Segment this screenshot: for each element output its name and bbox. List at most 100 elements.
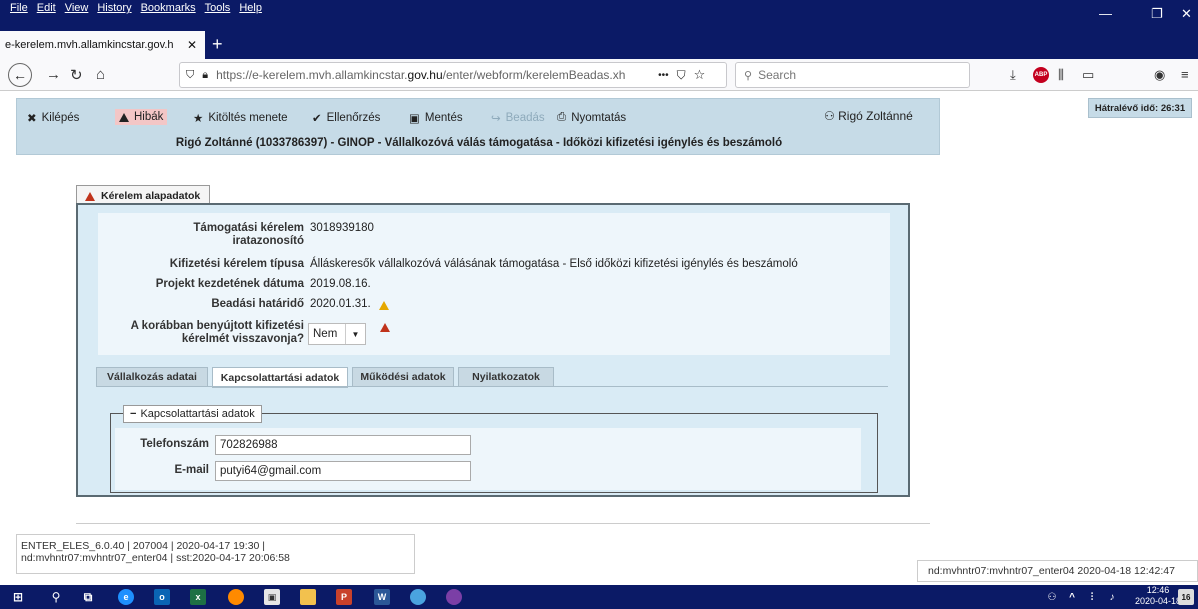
pocket-icon[interactable]: ⛉ <box>677 68 686 83</box>
adblock-icon[interactable]: ABP <box>1033 67 1049 83</box>
windows-start-icon[interactable]: ⊞ <box>10 589 26 605</box>
word-icon[interactable]: W <box>374 589 390 605</box>
start-date-value: 2019.08.16. <box>310 278 371 290</box>
tab-kapcsolattartasi-adatok[interactable]: Kapcsolattartási adatok <box>212 367 348 388</box>
home-icon[interactable]: ⌂ <box>96 66 105 83</box>
menu-edit[interactable]: Edit <box>37 2 56 14</box>
viber-icon[interactable] <box>446 589 462 605</box>
taskbar-search-icon[interactable]: ⚲ <box>48 589 64 605</box>
print-button[interactable]: ⎙ Nyomtatás <box>557 111 626 124</box>
tray-chevron-icon[interactable]: ^ <box>1064 589 1080 605</box>
menu-view[interactable]: View <box>65 2 89 14</box>
explorer-icon[interactable] <box>300 589 316 605</box>
new-tab-icon[interactable]: + <box>212 34 223 55</box>
hamburger-menu-icon[interactable]: ≡ <box>1181 67 1189 82</box>
app-header: ✖ Kilépés Hibák ★ Kitöltés menete ✔ Ellenőr… <box>16 98 940 155</box>
email-field[interactable]: putyi64@gmail.com <box>215 461 471 481</box>
close-window-icon[interactable]: ✕ <box>1181 6 1192 22</box>
withdraw-label: A korábban benyújtott kifizetési kérelmét… <box>130 320 304 345</box>
reload-icon[interactable]: ↻ <box>70 66 83 84</box>
type-value: Álláskeresők vállalkozóvá válásának támo… <box>310 258 798 270</box>
node-info: nd:mvhntr07:mvhntr07_enter04 2020-04-18 … <box>917 560 1198 582</box>
network-icon[interactable]: ⫶ <box>1084 589 1100 605</box>
shield-icon[interactable]: ⛉ <box>186 69 194 82</box>
tab-nyilatkozatok[interactable]: Nyilatkozatok <box>458 367 554 387</box>
menu-list: File Edit View History Bookmarks Tools H… <box>10 2 262 14</box>
page-title: Rigó Zoltánné (1033786397) - GINOP - Vál… <box>175 137 783 149</box>
url-bar[interactable]: ⛉ 🔒︎ https://e-kerelem.mvh.allamkincstar… <box>179 62 727 88</box>
submit-arrow-icon: ↪ <box>491 113 501 125</box>
withdraw-select[interactable]: Nem ▼ <box>308 323 366 345</box>
start-date-label: Projekt kezdetének dátuma <box>155 278 304 290</box>
volume-icon[interactable]: ♪ <box>1104 589 1120 605</box>
store-icon[interactable]: ▣ <box>264 589 280 605</box>
extension-icon[interactable]: ◉ <box>1154 67 1165 83</box>
tab-mukodesi-adatok[interactable]: Működési adatok <box>352 367 454 387</box>
phone-label: Telefonszám <box>140 438 209 450</box>
main-panel: Támogatási kérelem iratazonosító 30189391… <box>76 203 910 497</box>
powerpoint-icon[interactable]: P <box>336 589 352 605</box>
menu-tools[interactable]: Tools <box>205 2 231 14</box>
downloads-icon[interactable]: ⤓ <box>1010 67 1016 83</box>
floppy-icon: ▣ <box>409 113 420 125</box>
minimize-icon[interactable]: — <box>1099 6 1112 21</box>
back-icon[interactable]: ← <box>8 63 32 87</box>
type-label: Kifizetési kérelem típusa <box>169 258 304 270</box>
errors-button[interactable]: Hibák <box>115 109 168 125</box>
library-icon[interactable]: ⫼ <box>1058 67 1064 83</box>
menu-bookmarks[interactable]: Bookmarks <box>141 2 196 14</box>
url-text: https://e-kerelem.mvh.allamkincstar.gov.… <box>216 68 626 82</box>
menu-help[interactable]: Help <box>239 2 262 14</box>
bookmark-star-icon[interactable]: ☆ <box>694 67 706 83</box>
exit-button[interactable]: ✖ Kilépés <box>27 111 79 125</box>
checkmark-icon: ✔ <box>312 113 322 125</box>
edge-icon[interactable]: e <box>118 589 134 605</box>
sidebar-icon[interactable]: ▭ <box>1082 67 1094 83</box>
deadline-warning-icon <box>379 301 389 310</box>
chevron-down-icon: ▼ <box>345 324 365 344</box>
browser-tab[interactable]: e-kerelem.mvh.allamkincstar.gov.h ✕ <box>0 31 205 59</box>
save-button[interactable]: ▣ Mentés <box>409 111 463 125</box>
tab-vallalkozas-adatai[interactable]: Vállalkozás adatai <box>96 367 208 387</box>
system-clock[interactable]: 12:46 2020-04-18 <box>1135 585 1181 607</box>
deadline-label: Beadási határidő <box>211 298 304 310</box>
search-placeholder: Search <box>758 68 797 82</box>
user-icon: ⚇ <box>824 109 835 123</box>
contact-legend[interactable]: − Kapcsolattartási adatok <box>123 405 262 423</box>
outlook-icon[interactable]: o <box>154 589 170 605</box>
email-label: E-mail <box>174 464 209 476</box>
search-icon: ⚲ <box>744 69 753 82</box>
search-input[interactable]: ⚲ Search <box>735 62 970 88</box>
process-button[interactable]: ★ Kitöltés menete <box>193 111 288 125</box>
taskbar: ⊞ ⚲ ⧉ e o x ▣ P W ⚇ ^ ⫶ ♪ 12:46 2020-04-… <box>0 585 1198 609</box>
firefox-icon[interactable] <box>228 589 244 605</box>
warning-icon <box>119 112 129 122</box>
id-value: 3018939180 <box>310 222 374 234</box>
phone-field[interactable]: 702826988 <box>215 435 471 455</box>
info-panel: Támogatási kérelem iratazonosító 30189391… <box>98 213 890 355</box>
restore-icon[interactable]: ❐ <box>1151 6 1163 22</box>
excel-icon[interactable]: x <box>190 589 206 605</box>
app-icon[interactable] <box>410 589 426 605</box>
task-view-icon[interactable]: ⧉ <box>80 589 96 605</box>
lock-icon[interactable]: 🔒︎ <box>202 69 208 82</box>
menu-history[interactable]: History <box>97 2 131 14</box>
tab-close-icon[interactable]: ✕ <box>187 38 197 52</box>
user-menu[interactable]: ⚇ Rigó Zoltánné <box>824 109 913 123</box>
remaining-time-badge: Hátralévő idő: 26:31 <box>1088 98 1192 118</box>
submit-button[interactable]: ↪ Beadás <box>491 111 545 125</box>
tab-divider <box>96 386 888 387</box>
deadline-value: 2020.01.31. <box>310 298 371 310</box>
navigation-bar: ← → ↻ ⌂ ⛉ 🔒︎ https://e-kerelem.mvh.allam… <box>0 59 1198 91</box>
contact-fieldset: − Kapcsolattartási adatok Telefonszám 70… <box>110 405 878 493</box>
check-button[interactable]: ✔ Ellenőrzés <box>312 111 380 125</box>
print-icon: ⎙ <box>557 111 567 123</box>
menu-bar: File Edit View History Bookmarks Tools H… <box>0 0 1198 31</box>
tab-title: e-kerelem.mvh.allamkincstar.gov.h <box>5 39 174 51</box>
tab-strip: e-kerelem.mvh.allamkincstar.gov.h ✕ + <box>0 31 1198 59</box>
forward-icon[interactable]: → <box>46 66 61 83</box>
menu-file[interactable]: File <box>10 2 28 14</box>
notification-icon[interactable]: 16 <box>1178 589 1194 605</box>
page-actions-icon[interactable]: ••• <box>658 70 669 81</box>
people-icon[interactable]: ⚇ <box>1044 589 1060 605</box>
